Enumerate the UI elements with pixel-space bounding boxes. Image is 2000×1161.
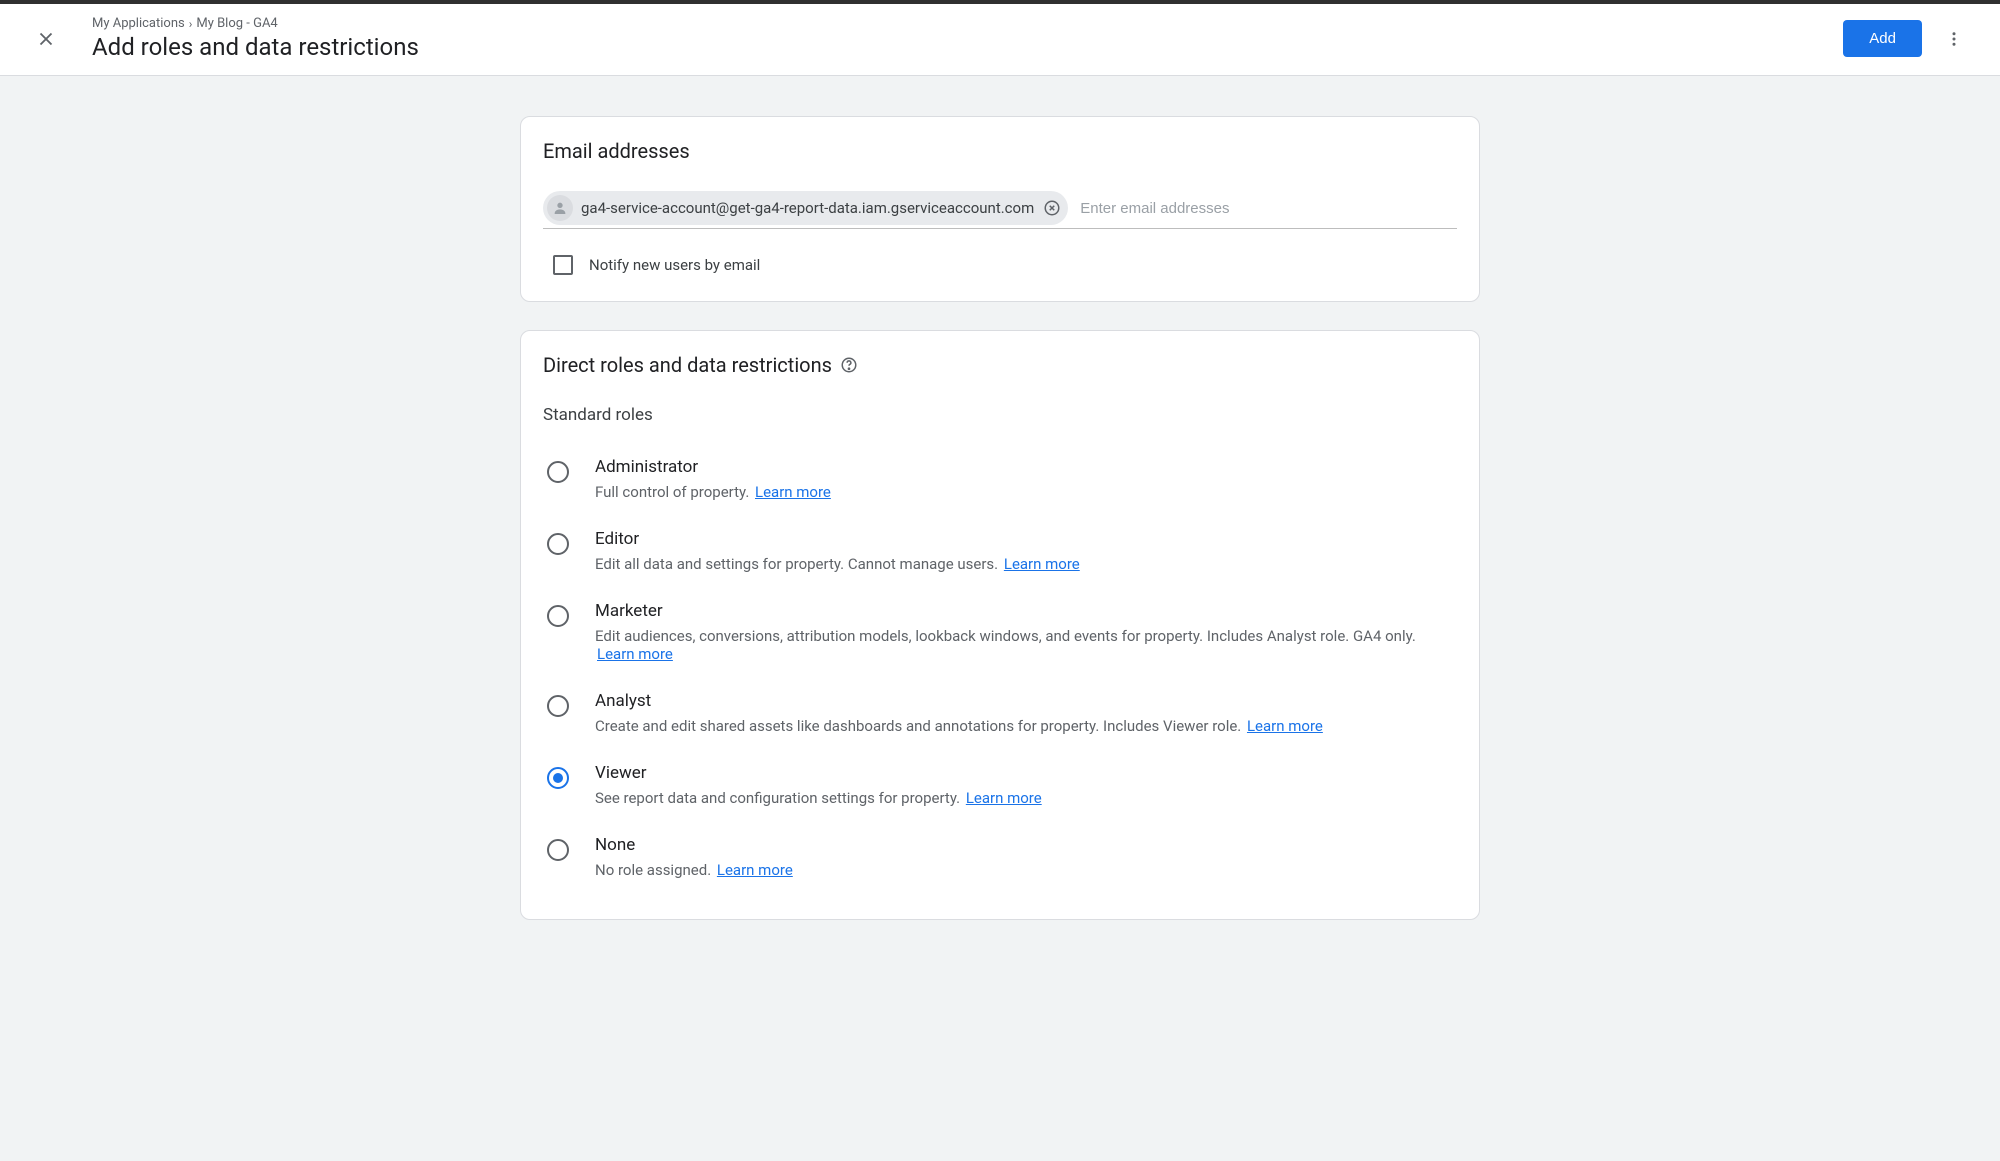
email-addresses-card: Email addresses ga4-service-account@get-… (520, 116, 1480, 302)
role-item-analyst[interactable]: Analyst Create and edit shared assets lik… (543, 677, 1457, 749)
role-description: No role assigned. Learn more (595, 861, 1453, 879)
breadcrumb-part-1[interactable]: My Applications (92, 16, 185, 31)
role-item-marketer[interactable]: Marketer Edit audiences, conversions, att… (543, 587, 1457, 677)
help-icon (840, 356, 858, 374)
role-radio[interactable] (547, 839, 569, 861)
roles-section-title: Direct roles and data restrictions (543, 353, 1457, 377)
role-radio[interactable] (547, 605, 569, 627)
role-item-editor[interactable]: Editor Edit all data and settings for pro… (543, 515, 1457, 587)
role-body: Marketer Edit audiences, conversions, att… (595, 601, 1453, 663)
role-description: Edit audiences, conversions, attribution… (595, 627, 1453, 663)
standard-roles-subhead: Standard roles (543, 405, 1457, 425)
learn-more-link[interactable]: Learn more (1004, 555, 1080, 573)
email-chip: ga4-service-account@get-ga4-report-data.… (543, 191, 1068, 225)
role-radio[interactable] (547, 461, 569, 483)
email-input-row: ga4-service-account@get-ga4-report-data.… (543, 191, 1457, 229)
chip-remove-button[interactable] (1042, 198, 1062, 218)
close-icon (35, 28, 57, 50)
notify-checkbox[interactable] (553, 255, 573, 275)
role-radio[interactable] (547, 533, 569, 555)
role-item-viewer[interactable]: Viewer See report data and configuration … (543, 749, 1457, 821)
content-area: Email addresses ga4-service-account@get-… (0, 76, 2000, 960)
learn-more-link[interactable]: Learn more (1247, 717, 1323, 735)
role-title: Viewer (595, 763, 1453, 783)
role-body: Analyst Create and edit shared assets lik… (595, 691, 1453, 735)
roles-list: Administrator Full control of property. L… (543, 443, 1457, 893)
role-title: Administrator (595, 457, 1453, 477)
role-body: Viewer See report data and configuration … (595, 763, 1453, 807)
breadcrumb-part-2[interactable]: My Blog - GA4 (196, 16, 277, 31)
role-title: None (595, 835, 1453, 855)
role-description: See report data and configuration settin… (595, 789, 1453, 807)
notify-label: Notify new users by email (589, 256, 760, 274)
role-item-administrator[interactable]: Administrator Full control of property. L… (543, 443, 1457, 515)
header-titles: My Applications › My Blog - GA4 Add role… (92, 16, 1843, 61)
add-button[interactable]: Add (1843, 20, 1922, 57)
notify-row: Notify new users by email (543, 255, 1457, 275)
role-radio[interactable] (547, 695, 569, 717)
role-body: None No role assigned. Learn more (595, 835, 1453, 879)
learn-more-link[interactable]: Learn more (755, 483, 831, 501)
page-title: Add roles and data restrictions (92, 33, 1843, 61)
chip-email-text: ga4-service-account@get-ga4-report-data.… (581, 199, 1034, 217)
role-title: Editor (595, 529, 1453, 549)
more-vert-icon (1945, 30, 1963, 48)
role-item-none[interactable]: None No role assigned. Learn more (543, 821, 1457, 893)
learn-more-link[interactable]: Learn more (966, 789, 1042, 807)
close-button[interactable] (28, 21, 64, 57)
role-body: Administrator Full control of property. L… (595, 457, 1453, 501)
role-title: Analyst (595, 691, 1453, 711)
roles-card: Direct roles and data restrictions Stand… (520, 330, 1480, 920)
email-input[interactable] (1078, 194, 1457, 223)
cancel-circle-icon (1043, 199, 1061, 217)
role-title: Marketer (595, 601, 1453, 621)
person-icon (547, 195, 573, 221)
role-description: Full control of property. Learn more (595, 483, 1453, 501)
page-header: My Applications › My Blog - GA4 Add role… (0, 4, 2000, 76)
role-body: Editor Edit all data and settings for pro… (595, 529, 1453, 573)
more-options-button[interactable] (1936, 21, 1972, 57)
email-section-title: Email addresses (543, 139, 1457, 163)
help-button[interactable] (840, 356, 858, 374)
breadcrumb: My Applications › My Blog - GA4 (92, 16, 1843, 31)
learn-more-link[interactable]: Learn more (717, 861, 793, 879)
roles-title-text: Direct roles and data restrictions (543, 353, 832, 377)
role-radio[interactable] (547, 767, 569, 789)
role-description: Edit all data and settings for property.… (595, 555, 1453, 573)
role-description: Create and edit shared assets like dashb… (595, 717, 1453, 735)
learn-more-link[interactable]: Learn more (597, 645, 673, 663)
chevron-right-icon: › (189, 17, 193, 31)
